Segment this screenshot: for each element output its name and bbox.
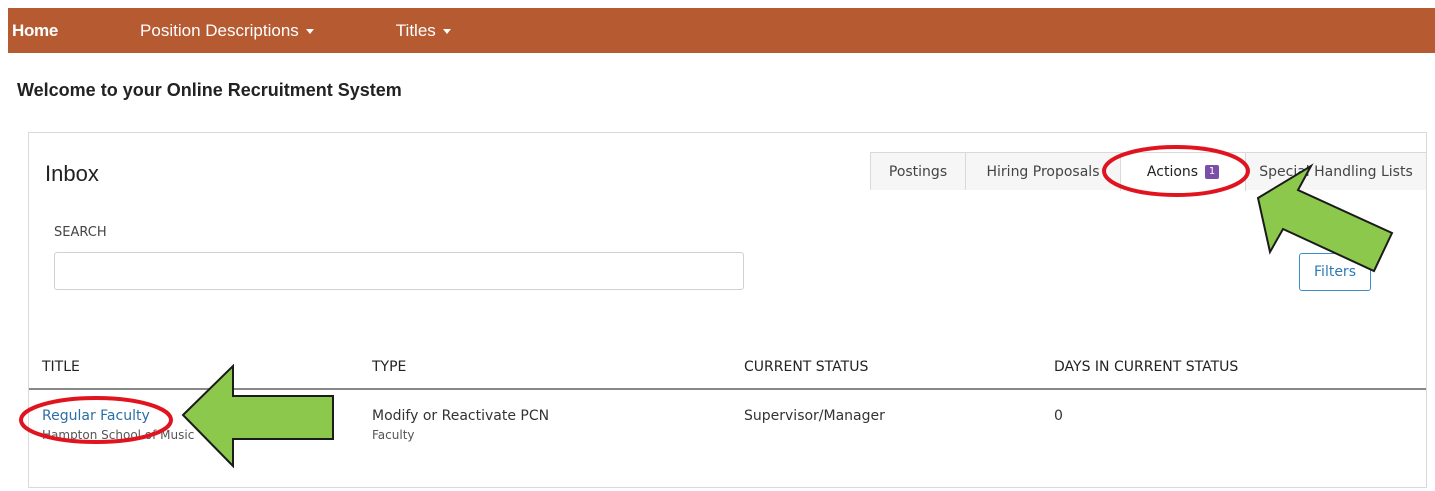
tab-actions[interactable]: Actions 1 (1120, 152, 1246, 191)
column-header-type: TYPE (372, 359, 407, 375)
tab-special-handling-lists[interactable]: Special Handling Lists (1245, 152, 1427, 190)
tab-postings-label: Postings (888, 163, 948, 180)
tab-actions-label: Actions (1146, 164, 1199, 180)
row-current-status: Supervisor/Manager (744, 408, 885, 424)
nav-titles-menu[interactable]: Titles (396, 21, 451, 41)
caret-down-icon (305, 29, 314, 34)
row-type-category: Faculty (372, 428, 415, 442)
page-title: Welcome to your Online Recruitment Syste… (17, 80, 402, 100)
search-input[interactable] (54, 252, 744, 290)
column-header-title: TITLE (42, 359, 80, 375)
table-row: Regular Faculty Hampton School of Music … (29, 390, 1426, 450)
top-nav-bar: Home Position Descriptions Titles (8, 8, 1435, 53)
tab-special-handling-label: Special Handling Lists (1259, 163, 1413, 180)
nav-position-descriptions-menu[interactable]: Position Descriptions (140, 21, 314, 41)
filters-button[interactable]: Filters (1299, 253, 1371, 291)
inbox-tabs: Postings Hiring Proposals Actions 1 Spec… (870, 152, 1427, 191)
tab-hiring-proposals-label: Hiring Proposals (986, 163, 1100, 180)
row-title-link[interactable]: Regular Faculty (42, 408, 150, 424)
nav-titles-label: Titles (395, 20, 436, 40)
nav-position-descriptions-label: Position Descriptions (140, 20, 299, 40)
column-header-current-status: CURRENT STATUS (744, 359, 869, 375)
inbox-panel: Inbox Postings Hiring Proposals Actions … (28, 132, 1427, 488)
tab-postings[interactable]: Postings (870, 152, 966, 190)
inbox-title: Inbox (45, 161, 99, 186)
row-title-department: Hampton School of Music (42, 428, 195, 442)
column-header-days-in-status: DAYS IN CURRENT STATUS (1054, 359, 1239, 375)
nav-home-link[interactable]: Home (12, 21, 58, 41)
actions-count-badge: 1 (1205, 165, 1220, 179)
row-days-in-status: 0 (1054, 408, 1063, 424)
caret-down-icon (442, 29, 451, 34)
tab-hiring-proposals[interactable]: Hiring Proposals (965, 152, 1121, 190)
row-type: Modify or Reactivate PCN (372, 408, 550, 424)
search-label: SEARCH (54, 225, 107, 240)
